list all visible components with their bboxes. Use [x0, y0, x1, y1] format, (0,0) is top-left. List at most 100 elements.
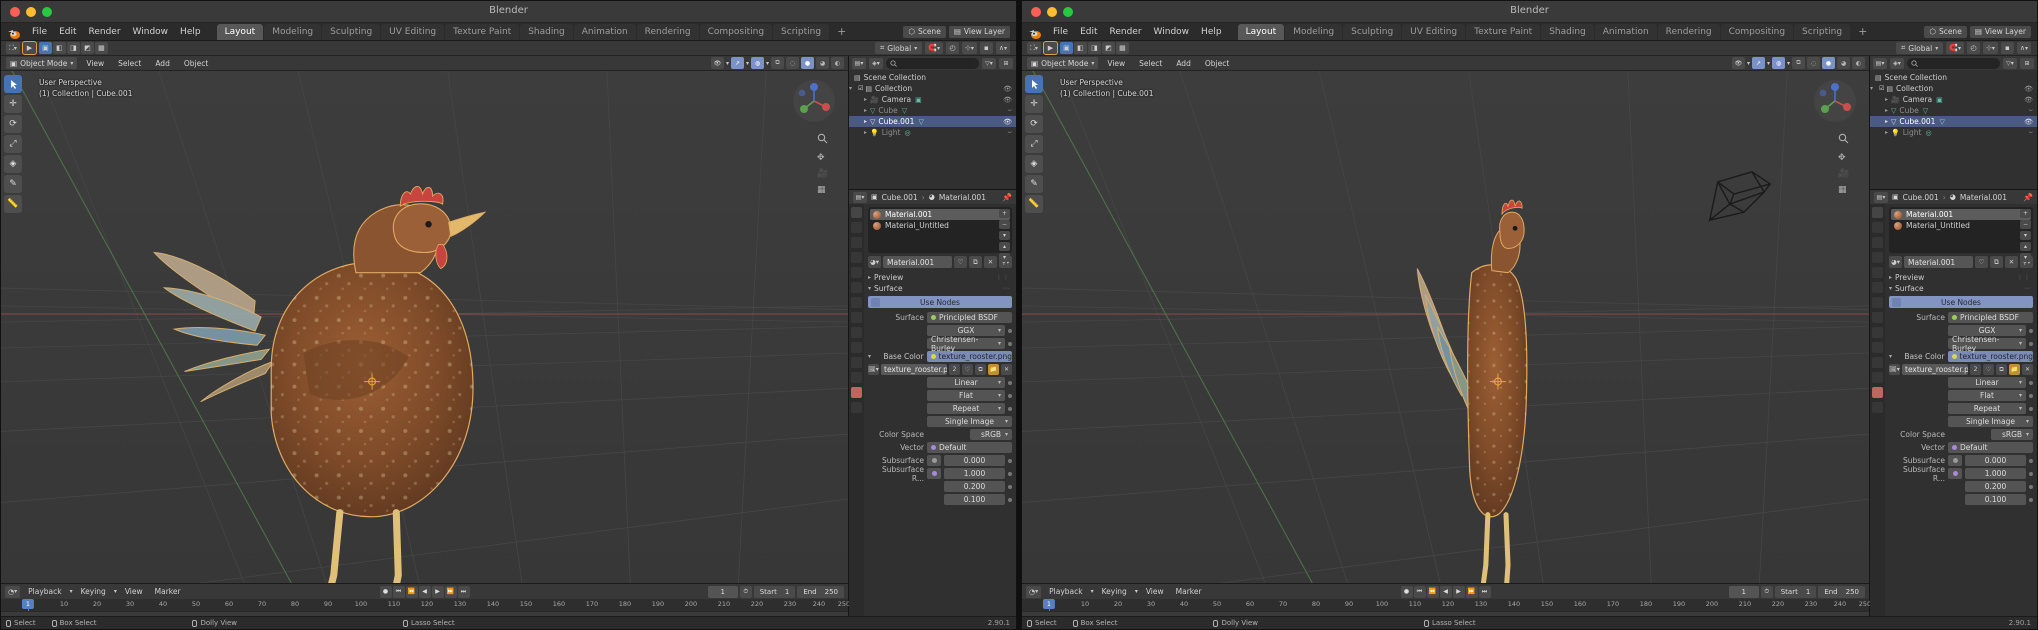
next-keyframe-icon[interactable]: ⏩	[1465, 585, 1478, 598]
chevron-down-icon[interactable]: ▾	[1889, 353, 1897, 360]
tab-compositing[interactable]: Compositing	[699, 23, 773, 40]
subsurface-method-dropdown[interactable]: Christensen-Burley ▾	[1948, 335, 2026, 353]
timeline-menu-playback[interactable]: Playback	[24, 587, 65, 596]
projection-dropdown[interactable]: Flat ▾	[1948, 390, 2026, 401]
pin-icon[interactable]: 📌	[1002, 193, 1012, 202]
subsurface-method-dropdown[interactable]: Christensen-Burley ▾	[927, 335, 1005, 353]
tab-shading[interactable]: Shading	[520, 23, 573, 40]
select-box-icon[interactable]: ▶	[21, 41, 37, 55]
tab-shading[interactable]: Shading	[1541, 23, 1594, 40]
physics-tab-icon[interactable]	[851, 342, 862, 353]
fake-user-icon[interactable]: ♡	[954, 256, 967, 268]
material-slot-1[interactable]: Material_Untitled	[870, 220, 1010, 231]
tab-uv-editing[interactable]: UV Editing	[381, 23, 445, 40]
menu-help[interactable]: Help	[1195, 25, 1228, 39]
select-subtract-icon[interactable]: ◨	[1087, 42, 1101, 54]
timeline-menu-marker[interactable]: Marker	[1172, 587, 1206, 596]
viewport-menu-select[interactable]: Select	[113, 59, 146, 68]
tool-tab-icon[interactable]	[1872, 207, 1883, 218]
next-keyframe-icon[interactable]: ⏩	[444, 585, 457, 598]
output-tab-icon[interactable]	[1872, 237, 1883, 248]
move-slot-down-icon[interactable]: ▾	[2020, 253, 2031, 262]
subsurface-radius-x[interactable]: 1.000	[1965, 468, 2026, 479]
animate-dot-icon[interactable]	[1008, 471, 1012, 476]
viewport-menu-object[interactable]: Object	[1200, 59, 1234, 68]
xray-icon[interactable]: ⧉	[771, 57, 784, 69]
auto-keyframe-icon[interactable]: ⏱	[739, 585, 752, 598]
search-input[interactable]	[1907, 57, 2000, 69]
filter-icon[interactable]: ▽ ▾	[982, 57, 996, 69]
unlink-image-icon[interactable]: ✕	[1001, 364, 1012, 375]
prev-keyframe-icon[interactable]: ⏪	[405, 585, 418, 598]
xray-toggle-icon[interactable]: ▪	[979, 42, 993, 54]
overlays-icon[interactable]: ◍	[750, 57, 764, 69]
render-tab-icon[interactable]	[1872, 222, 1883, 233]
animate-dot-icon[interactable]	[1008, 328, 1012, 333]
color-space-dropdown[interactable]: sRGB ▾	[1991, 429, 2033, 440]
editor-type-icon[interactable]: ⛶ ▾	[1027, 42, 1041, 54]
end-frame-field[interactable]: End 250	[797, 585, 844, 598]
transform-orientation-dropdown[interactable]: ⌗ Global ▾	[875, 42, 923, 54]
add-workspace-button[interactable]: +	[1851, 25, 1874, 38]
material-slot-list[interactable]: Material.001 Material_Untitled + − ▾ ▴ ▾	[868, 207, 1012, 262]
texture-tab-icon[interactable]	[1872, 402, 1883, 413]
tab-compositing[interactable]: Compositing	[1720, 23, 1794, 40]
base-color-link[interactable]: texture_rooster.png	[1947, 351, 2033, 362]
animate-dot-icon[interactable]	[1008, 458, 1012, 463]
blender-logo-icon[interactable]	[7, 25, 21, 39]
constraints-tab-icon[interactable]	[1872, 357, 1883, 368]
material-slot-0[interactable]: Material.001	[1891, 209, 2031, 220]
visibility-icon[interactable]: 👁	[1731, 57, 1745, 69]
visibility-off-icon[interactable]: ⌣	[1007, 128, 1012, 137]
texture-name-field[interactable]: texture_rooster.p..	[881, 364, 947, 375]
chevron-down-icon[interactable]: ▾	[868, 353, 876, 360]
animate-dot-icon[interactable]	[2029, 471, 2033, 476]
browse-material-icon[interactable]: ◕▾	[1889, 256, 1902, 268]
tab-texture-paint[interactable]: Texture Paint	[1466, 23, 1541, 40]
subsurface-value-field[interactable]: 0.000	[1965, 455, 2026, 466]
source-dropdown[interactable]: Single Image ▾	[927, 416, 1012, 427]
blender-logo-icon[interactable]	[1028, 25, 1042, 39]
record-icon[interactable]: ●	[1400, 585, 1413, 598]
subsurface-radius-z[interactable]: 0.100	[944, 494, 1005, 505]
current-frame-field[interactable]: 1	[707, 585, 738, 598]
shading-solid-icon[interactable]: ●	[801, 57, 814, 69]
select-extend-icon[interactable]: ◧	[1073, 42, 1087, 54]
material-name-field[interactable]: Material.001	[883, 256, 952, 268]
outliner-row-cube-001[interactable]: ▸ ▽ Cube.001 ▽ 👁	[1870, 116, 2037, 127]
surface-value[interactable]: Principled BSDF	[927, 312, 1012, 323]
collection-checkbox[interactable]: ☑	[858, 85, 863, 92]
jump-start-icon[interactable]: ⏮	[392, 585, 405, 598]
scene-selector[interactable]: ⬡ Scene	[903, 25, 946, 38]
add-slot-icon[interactable]: +	[2020, 209, 2031, 218]
chevron-down-icon[interactable]: ▾	[1767, 60, 1770, 67]
tab-modeling[interactable]: Modeling	[1285, 23, 1343, 40]
outliner-row-camera[interactable]: ▸ 🎥 Camera ▣ 👁	[1870, 94, 2037, 105]
outliner-row-cube[interactable]: ▸ ▽ Cube ▽ ⌣	[1870, 105, 2037, 116]
tab-uv-editing[interactable]: UV Editing	[1402, 23, 1466, 40]
data-tab-icon[interactable]	[851, 372, 862, 383]
jump-end-icon[interactable]: ⏭	[457, 585, 470, 598]
unlink-material-icon[interactable]: ✕	[984, 256, 997, 268]
viewport-menu-add[interactable]: Add	[1171, 59, 1196, 68]
physics-tab-icon[interactable]	[1872, 342, 1883, 353]
breadcrumb-object[interactable]: Cube.001	[1903, 193, 1939, 202]
play-icon[interactable]: ▶	[431, 585, 444, 598]
scene-tab-icon[interactable]	[851, 267, 862, 278]
menu-window[interactable]: Window	[1148, 25, 1196, 39]
tab-rendering[interactable]: Rendering	[1657, 23, 1720, 40]
viewlayer-selector[interactable]: ▤ View Layer	[1969, 25, 2031, 38]
move-slot-up-icon[interactable]: ▴	[2020, 242, 2031, 251]
breadcrumb-material[interactable]: Material.001	[1960, 193, 2007, 202]
pivot-point-icon[interactable]: ⊹ ▾	[1982, 42, 1998, 54]
visibility-icon[interactable]: 👁	[1003, 85, 1012, 93]
tab-animation[interactable]: Animation	[1594, 23, 1657, 40]
animate-dot-icon[interactable]	[1008, 497, 1012, 502]
visibility-icon[interactable]: 👁	[2024, 85, 2033, 93]
new-material-icon[interactable]: ⧉	[1990, 256, 2003, 268]
visibility-icon[interactable]: 👁	[2024, 96, 2033, 104]
filter-icon[interactable]: ▽ ▾	[2003, 57, 2017, 69]
visibility-off-icon[interactable]: ⌣	[1007, 106, 1012, 115]
tab-animation[interactable]: Animation	[573, 23, 636, 40]
viewport-menu-select[interactable]: Select	[1134, 59, 1167, 68]
